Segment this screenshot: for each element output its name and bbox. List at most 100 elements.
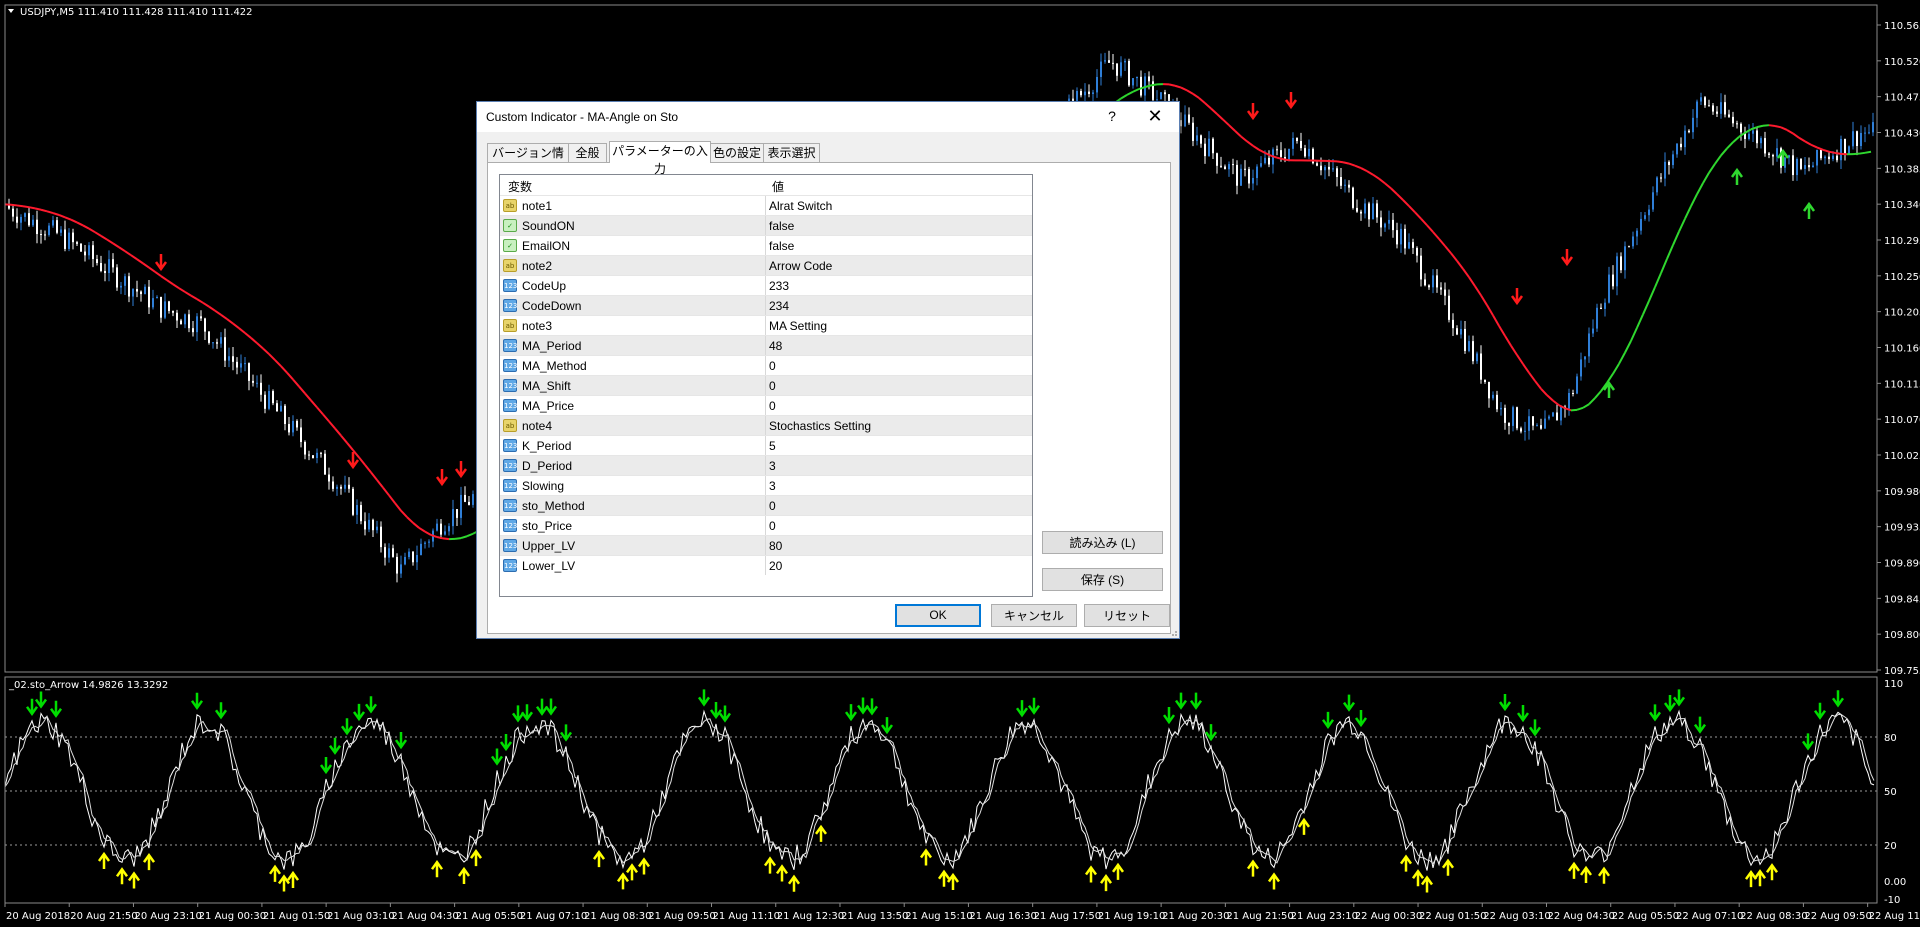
- help-icon[interactable]: ?: [1102, 106, 1122, 126]
- candle-body: [1316, 163, 1318, 166]
- resize-grip-icon[interactable]: [1168, 627, 1178, 637]
- stochastic-panel[interactable]: [4, 689, 1877, 893]
- param-row-upper_lv[interactable]: 123 Upper_LV 80: [500, 535, 1032, 555]
- param-value[interactable]: 3: [769, 459, 776, 473]
- price-label: 110.205: [1884, 308, 1920, 319]
- candle-body: [1556, 412, 1558, 421]
- candle-body: [1160, 92, 1162, 100]
- candle-body: [1772, 154, 1774, 157]
- candle-body: [1536, 425, 1538, 427]
- param-value[interactable]: Stochastics Setting: [769, 419, 871, 433]
- dialog-titlebar[interactable]: Custom Indicator - MA-Angle on Sto ? ✕: [477, 102, 1179, 132]
- param-row-note2[interactable]: ab note2 Arrow Code: [500, 255, 1032, 275]
- column-divider: [765, 216, 766, 235]
- param-value[interactable]: false: [769, 219, 794, 233]
- moving-average-segment: [220, 313, 228, 320]
- param-value[interactable]: 234: [769, 299, 789, 313]
- candle-body: [164, 301, 166, 318]
- candle-body: [28, 213, 30, 226]
- param-row-codeup[interactable]: 123 CodeUp 233: [500, 275, 1032, 295]
- candle-body: [72, 232, 74, 243]
- save-button[interactable]: 保存 (S): [1042, 568, 1163, 591]
- cancel-button[interactable]: キャンセル: [991, 604, 1077, 627]
- moving-average-segment: [1798, 136, 1806, 143]
- candle-body: [1700, 97, 1702, 102]
- candle-body: [1440, 287, 1442, 290]
- param-row-ma_shift[interactable]: 123 MA_Shift 0: [500, 375, 1032, 395]
- candle-body: [1852, 131, 1854, 147]
- candle-body: [176, 312, 178, 321]
- param-name: note3: [522, 319, 553, 333]
- param-row-note1[interactable]: ab note1 Alrat Switch: [500, 195, 1032, 215]
- candle-body: [1468, 341, 1470, 351]
- moving-average-segment: [46, 210, 54, 215]
- moving-average-segment: [142, 262, 150, 269]
- tab-visualization[interactable]: 表示選択: [763, 143, 820, 162]
- moving-average-segment: [28, 206, 36, 210]
- param-value[interactable]: 80: [769, 539, 782, 553]
- param-row-lower_lv[interactable]: 123 Lower_LV 20: [500, 555, 1032, 575]
- param-row-k_period[interactable]: 123 K_Period 5: [500, 435, 1032, 455]
- candle-body: [1552, 412, 1554, 417]
- sell-arrow-icon: [435, 469, 449, 487]
- param-row-sto_method[interactable]: 123 sto_Method 0: [500, 495, 1032, 515]
- candle-body: [1812, 165, 1814, 168]
- load-button[interactable]: 読み込み (L): [1042, 531, 1163, 554]
- ok-button[interactable]: OK: [895, 604, 981, 627]
- param-row-sto_price[interactable]: 123 sto_Price 0: [500, 515, 1032, 535]
- close-icon[interactable]: ✕: [1143, 106, 1167, 126]
- tab-general[interactable]: 全般: [568, 143, 607, 162]
- candle-body: [1236, 164, 1238, 186]
- param-row-codedown[interactable]: 123 CodeDown 234: [500, 295, 1032, 315]
- param-type-num-icon: 123: [503, 539, 517, 552]
- candle-body: [1580, 359, 1582, 377]
- param-value[interactable]: 233: [769, 279, 789, 293]
- param-value[interactable]: 0: [769, 359, 776, 373]
- tab-version-info[interactable]: バージョン情報: [487, 143, 569, 178]
- param-row-note3[interactable]: ab note3 MA Setting: [500, 315, 1032, 335]
- candle-body: [1248, 169, 1250, 184]
- param-value[interactable]: 0: [769, 379, 776, 393]
- param-value[interactable]: MA Setting: [769, 319, 827, 333]
- param-name: CodeUp: [522, 279, 567, 293]
- moving-average-segment: [238, 327, 246, 334]
- param-row-d_period[interactable]: 123 D_Period 3: [500, 455, 1032, 475]
- tab-parameters[interactable]: パラメーターの入力: [609, 141, 711, 176]
- param-row-ma_method[interactable]: 123 MA_Method 0: [500, 355, 1032, 375]
- param-value[interactable]: Arrow Code: [769, 259, 832, 273]
- candle-body: [1696, 101, 1698, 118]
- param-row-slowing[interactable]: 123 Slowing 3: [500, 475, 1032, 495]
- sell-arrow-icon: [1560, 249, 1574, 267]
- param-type-num-icon: 123: [503, 479, 517, 492]
- candle-body: [1792, 155, 1794, 176]
- param-row-ma_price[interactable]: 123 MA_Price 0: [500, 395, 1032, 415]
- param-value[interactable]: 3: [769, 479, 776, 493]
- param-value[interactable]: 0: [769, 519, 776, 533]
- param-value[interactable]: 0: [769, 399, 776, 413]
- moving-average-segment: [1828, 150, 1836, 154]
- moving-average-segment: [394, 502, 402, 512]
- candle-body: [1228, 164, 1230, 170]
- moving-average-segment: [1462, 268, 1470, 278]
- moving-average-segment: [64, 216, 72, 221]
- param-value[interactable]: 5: [769, 439, 776, 453]
- sto-up-arrow-icon: [430, 860, 444, 878]
- param-value[interactable]: false: [769, 239, 794, 253]
- param-value[interactable]: 0: [769, 499, 776, 513]
- param-value[interactable]: Alrat Switch: [769, 199, 832, 213]
- param-row-note4[interactable]: ab note4 Stochastics Setting: [500, 415, 1032, 435]
- reset-button[interactable]: リセット: [1084, 604, 1170, 627]
- param-row-emailon[interactable]: ✓ EmailON false: [500, 235, 1032, 255]
- price-label: 110.295: [1884, 236, 1920, 247]
- param-row-ma_period[interactable]: 123 MA_Period 48: [500, 335, 1032, 355]
- candle-body: [1392, 219, 1394, 231]
- param-value[interactable]: 20: [769, 559, 782, 573]
- moving-average-segment: [1810, 143, 1818, 149]
- parameters-grid[interactable]: 変数 値 ab note1 Alrat Switch ✓ SoundON false ✓ Em…: [499, 174, 1033, 597]
- tab-colors[interactable]: 色の設定: [710, 143, 764, 162]
- candle-body: [1080, 91, 1082, 96]
- param-row-soundon[interactable]: ✓ SoundON false: [500, 215, 1032, 235]
- param-value[interactable]: 48: [769, 339, 782, 353]
- moving-average-segment: [1780, 126, 1788, 131]
- custom-indicator-dialog[interactable]: Custom Indicator - MA-Angle on Sto ? ✕ バ…: [476, 101, 1180, 639]
